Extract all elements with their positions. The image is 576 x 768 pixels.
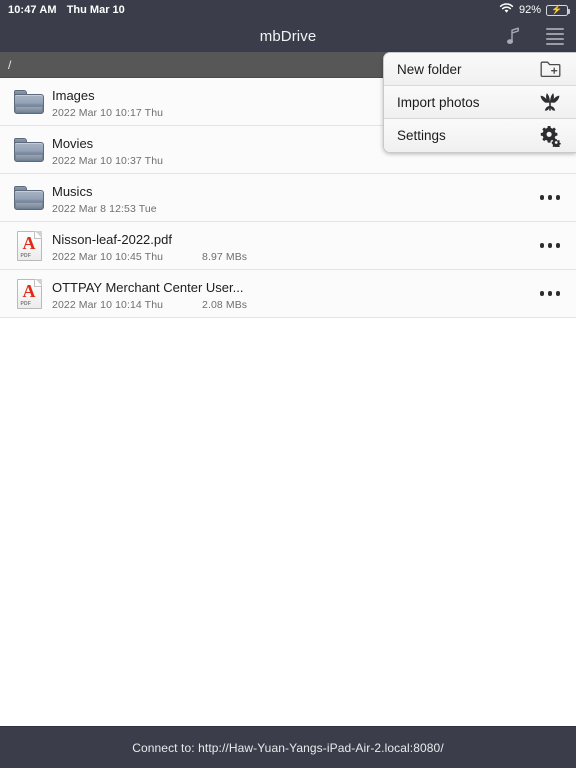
row-details: Musics 2022 Mar 8 12:53 Tue <box>52 174 524 221</box>
battery-charging-icon: ⚡ <box>546 4 570 16</box>
file-date: 2022 Mar 10 10:45 Thu <box>52 250 164 263</box>
menu-item-label: New folder <box>397 61 462 77</box>
battery-percent-label: 92% <box>518 4 541 16</box>
status-bar-date: Thu Mar 10 <box>66 4 125 16</box>
connect-url-text: Connect to: http://Haw-Yuan-Yangs-iPad-A… <box>132 740 444 755</box>
breadcrumb-path: / <box>8 57 12 72</box>
row-details: Nisson-leaf-2022.pdf 2022 Mar 10 10:45 T… <box>52 222 524 269</box>
title-bar-actions <box>502 20 566 52</box>
file-date: 2022 Mar 10 10:17 Thu <box>52 106 164 119</box>
ios-status-bar: 10:47 AM Thu Mar 10 92% ⚡ <box>0 0 576 20</box>
page-title: mbDrive <box>259 27 317 45</box>
music-note-icon[interactable] <box>502 25 524 47</box>
file-date: 2022 Mar 8 12:53 Tue <box>52 202 157 215</box>
status-bar-time: 10:47 AM <box>8 4 57 16</box>
file-size: 2.08 MBs <box>202 298 248 311</box>
pdf-file-icon: A PDF <box>8 230 50 261</box>
menu-item-label: Settings <box>397 128 446 143</box>
menu-item-settings[interactable]: Settings <box>384 119 576 152</box>
app-title-bar: mbDrive <box>0 20 576 52</box>
hamburger-menu-icon[interactable] <box>544 25 566 47</box>
row-details: OTTPAY Merchant Center User... 2022 Mar … <box>52 270 524 317</box>
file-name: Musics <box>52 183 93 199</box>
folder-icon <box>8 185 50 210</box>
file-date: 2022 Mar 10 10:37 Thu <box>52 154 164 167</box>
menu-item-new-folder[interactable]: New folder <box>384 53 576 86</box>
file-size: 8.97 MBs <box>202 250 248 263</box>
more-options-icon[interactable] <box>524 174 576 222</box>
folder-icon <box>8 137 50 162</box>
menu-item-label: Import photos <box>397 94 480 110</box>
status-bar-left: 10:47 AM Thu Mar 10 <box>8 4 125 16</box>
more-options-icon[interactable] <box>524 222 576 270</box>
connect-status-bar: Connect to: http://Haw-Yuan-Yangs-iPad-A… <box>0 726 576 768</box>
menu-item-import-photos[interactable]: Import photos <box>384 86 576 119</box>
file-date: 2022 Mar 10 10:14 Thu <box>52 298 164 311</box>
pdf-file-icon: A PDF <box>8 278 50 309</box>
more-options-icon[interactable] <box>524 270 576 318</box>
status-bar-right: 92% ⚡ <box>499 3 570 17</box>
tulip-photos-icon <box>538 90 562 114</box>
table-row[interactable]: A PDF Nisson-leaf-2022.pdf 2022 Mar 10 10… <box>0 222 576 270</box>
gear-settings-icon <box>538 124 562 148</box>
new-folder-icon <box>538 57 562 81</box>
file-name: Nisson-leaf-2022.pdf <box>52 231 172 247</box>
folder-icon <box>8 89 50 114</box>
app-root: 10:47 AM Thu Mar 10 92% ⚡ mbDrive / Imag… <box>0 0 576 768</box>
table-row[interactable]: A PDF OTTPAY Merchant Center User... 2022… <box>0 270 576 318</box>
file-name: OTTPAY Merchant Center User... <box>52 279 244 295</box>
dropdown-menu: New folder Import photos Settings <box>383 52 576 153</box>
wifi-icon <box>499 3 514 17</box>
table-row[interactable]: Musics 2022 Mar 8 12:53 Tue <box>0 174 576 222</box>
